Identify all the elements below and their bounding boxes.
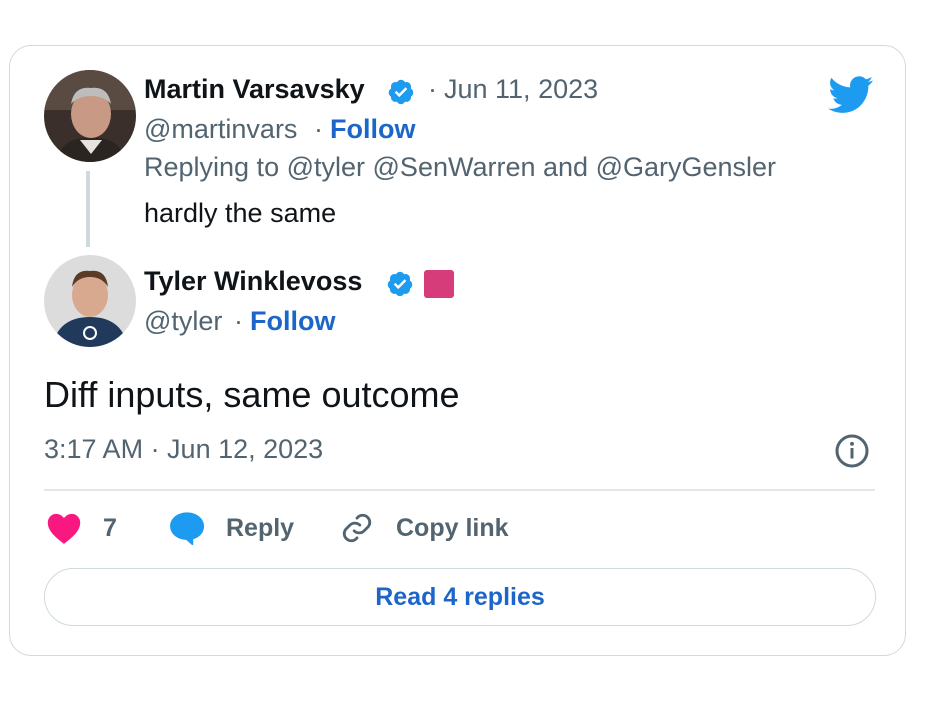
parent-date[interactable]: Jun 11, 2023 <box>444 74 598 105</box>
affiliation-badge-icon[interactable] <box>424 270 454 298</box>
reply-bubble-icon <box>168 510 206 546</box>
parent-author-name[interactable]: Martin Varsavsky <box>144 74 365 105</box>
link-icon <box>340 511 374 545</box>
heart-icon <box>46 511 82 545</box>
tweet-handle[interactable]: @tyler <box>144 306 222 337</box>
replying-last-handle[interactable]: @GaryGensler <box>596 152 776 182</box>
follow-martin-link[interactable]: Follow <box>330 114 415 145</box>
verified-badge-icon <box>386 270 414 298</box>
replying-to: Replying to @tyler @SenWarren and @GaryG… <box>144 152 776 183</box>
parent-text: hardly the same <box>144 198 337 228</box>
twitter-bird-icon[interactable] <box>828 76 876 116</box>
avatar-martin[interactable] <box>44 70 136 162</box>
copy-link-label: Copy link <box>396 513 509 542</box>
reply-action[interactable]: Reply <box>168 508 294 548</box>
replying-and: and <box>543 152 589 182</box>
like-action[interactable]: 7 <box>46 508 117 548</box>
replying-label: Replying to <box>144 152 280 182</box>
like-count: 7 <box>103 513 117 542</box>
info-icon[interactable] <box>834 433 872 471</box>
reply-label: Reply <box>226 513 295 542</box>
handle-separator: · <box>234 306 243 336</box>
follow-tyler-link[interactable]: Follow <box>250 306 335 337</box>
verified-badge-icon <box>387 78 415 106</box>
avatar-tyler[interactable] <box>44 255 136 347</box>
replying-handles[interactable]: @tyler @SenWarren <box>287 152 536 182</box>
separator-dot: · <box>428 74 437 104</box>
parent-handle[interactable]: @martinvars <box>144 114 297 145</box>
handle-separator: · <box>314 114 323 144</box>
tweet-text: Diff inputs, same outcome <box>44 374 460 415</box>
tweet-card: Martin Varsavsky · Jun 11, 2023 @martinv… <box>9 45 906 656</box>
read-replies-button[interactable]: Read 4 replies <box>44 568 876 626</box>
tweet-author-name[interactable]: Tyler Winklevoss <box>144 266 362 297</box>
thread-connector <box>86 171 90 247</box>
read-replies-label: Read 4 replies <box>375 582 545 611</box>
copy-link-action[interactable]: Copy link <box>340 508 509 548</box>
tweet-timestamp[interactable]: 3:17 AM · Jun 12, 2023 <box>44 434 323 465</box>
divider <box>44 489 875 491</box>
